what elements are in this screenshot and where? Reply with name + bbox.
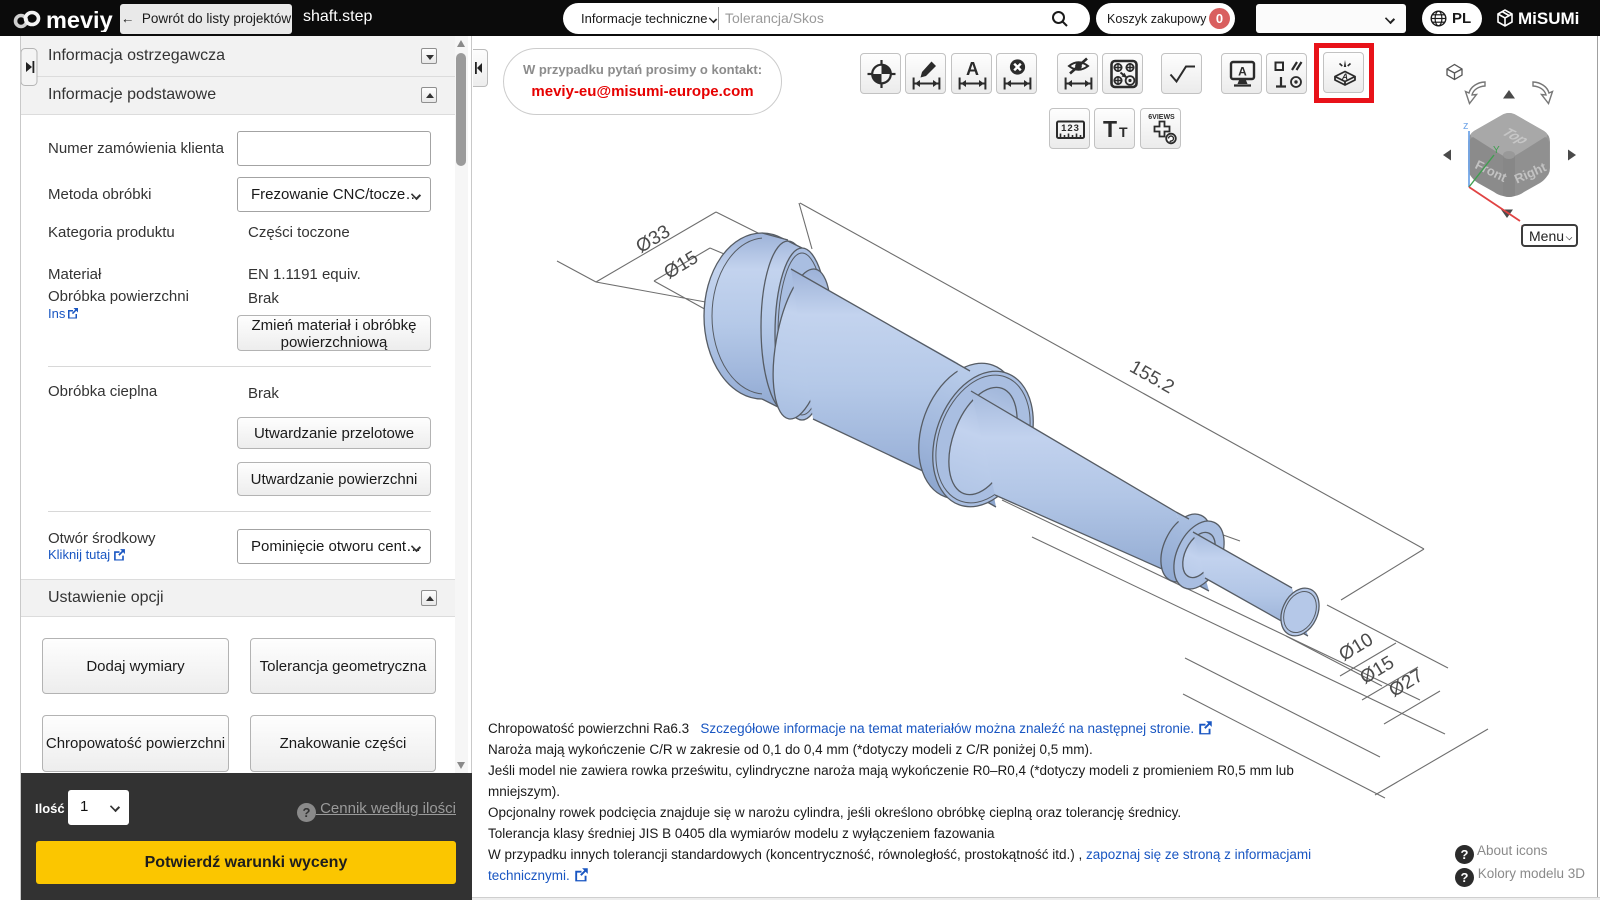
svg-text:meviy: meviy [46,7,113,32]
svg-text:123: 123 [1061,123,1080,134]
svg-text:Ø15: Ø15 [660,247,702,284]
svg-text:T: T [1119,124,1128,140]
svg-text:z: z [1463,120,1469,132]
svg-text:6VIEWS: 6VIEWS [1148,114,1175,121]
svg-text:T: T [1103,116,1117,142]
svg-text:A: A [966,59,979,79]
svg-text:Ø10: Ø10 [1335,629,1377,666]
svg-text:A: A [1238,65,1247,79]
svg-text:Ø33: Ø33 [632,221,674,258]
svg-text:155.2: 155.2 [1126,357,1178,399]
